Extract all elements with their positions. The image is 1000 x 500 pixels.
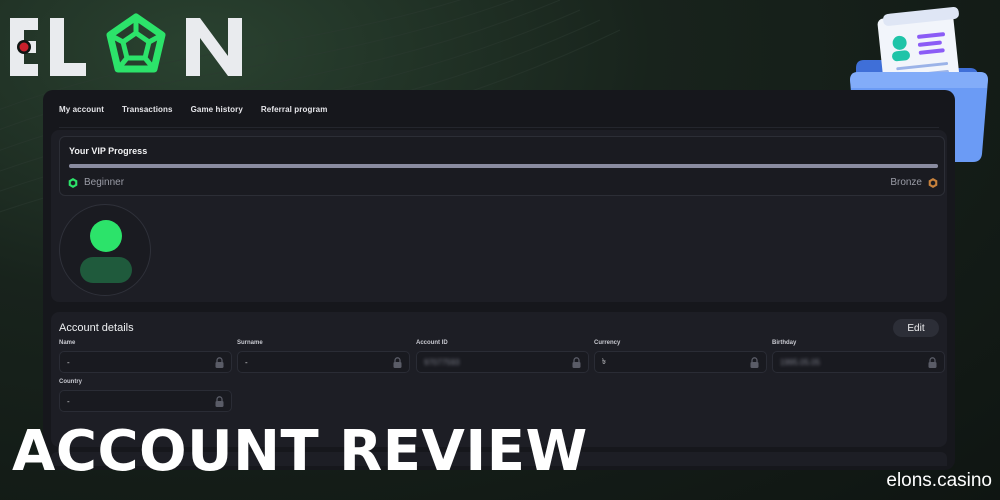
field-input[interactable]: 97077593	[416, 351, 589, 373]
lock-icon	[928, 357, 937, 368]
vip-next-level: Bronze	[890, 177, 938, 188]
edit-button[interactable]: Edit	[893, 319, 939, 337]
lock-icon	[215, 396, 224, 407]
profile-card: Your VIP Progress Beginner Bronze	[51, 130, 947, 302]
logo-mark-icon	[10, 13, 242, 76]
elon-logo	[10, 12, 250, 82]
tabs-divider	[59, 127, 939, 128]
avatar-body	[80, 257, 132, 283]
field-label: Birthday	[772, 340, 797, 346]
vip-progress-title: Your VIP Progress	[69, 146, 148, 156]
field-input[interactable]: 1995.05.05	[772, 351, 945, 373]
field-surname: Surname -	[237, 340, 410, 373]
tab-referral-program[interactable]: Referral program	[261, 100, 328, 126]
vip-progress: Your VIP Progress Beginner Bronze	[59, 136, 945, 196]
account-details-title: Account details	[59, 322, 134, 334]
field-birthday: Birthday 1995.05.05	[772, 340, 945, 373]
field-value: -	[67, 357, 70, 367]
vip-current-level: Beginner	[68, 177, 124, 188]
field-value: 97077593	[424, 357, 460, 367]
level-badge-icon	[928, 177, 938, 188]
tab-game-history[interactable]: Game history	[191, 100, 243, 126]
field-input[interactable]: ৳	[594, 351, 767, 373]
level-badge-icon	[68, 177, 78, 188]
site-watermark: elons.casino	[886, 470, 992, 491]
avatar-icon	[90, 220, 122, 252]
tab-transactions[interactable]: Transactions	[122, 100, 173, 126]
field-label: Account ID	[416, 340, 448, 346]
field-label: Currency	[594, 340, 621, 346]
field-account-id: Account ID 97077593	[416, 340, 589, 373]
lock-icon	[572, 357, 581, 368]
vip-progress-fill	[69, 164, 938, 168]
lock-icon	[750, 357, 759, 368]
field-input[interactable]: -	[237, 351, 410, 373]
tab-my-account[interactable]: My account	[59, 100, 105, 132]
field-value: -	[67, 396, 70, 406]
field-name: Name -	[59, 340, 232, 373]
field-value: -	[245, 357, 248, 367]
field-currency: Currency ৳	[594, 340, 767, 373]
lock-icon	[393, 357, 402, 368]
vip-next-level-label: Bronze	[890, 177, 922, 188]
field-input[interactable]: -	[59, 390, 232, 412]
field-input[interactable]: -	[59, 351, 232, 373]
lock-icon	[215, 357, 224, 368]
field-label: Country	[59, 379, 82, 385]
page-headline: ACCOUNT REVIEW	[12, 419, 588, 484]
account-panel: My account Transactions Game history Ref…	[43, 90, 955, 470]
account-tabs: My account Transactions Game history Ref…	[59, 100, 328, 132]
field-value: 1995.05.05	[780, 357, 821, 367]
field-value: ৳	[602, 356, 606, 366]
vip-current-level-label: Beginner	[84, 177, 125, 188]
field-country: Country -	[59, 379, 232, 412]
vip-progress-bar	[69, 164, 938, 168]
avatar[interactable]	[59, 204, 151, 296]
field-label: Surname	[237, 340, 263, 346]
field-label: Name	[59, 340, 76, 346]
